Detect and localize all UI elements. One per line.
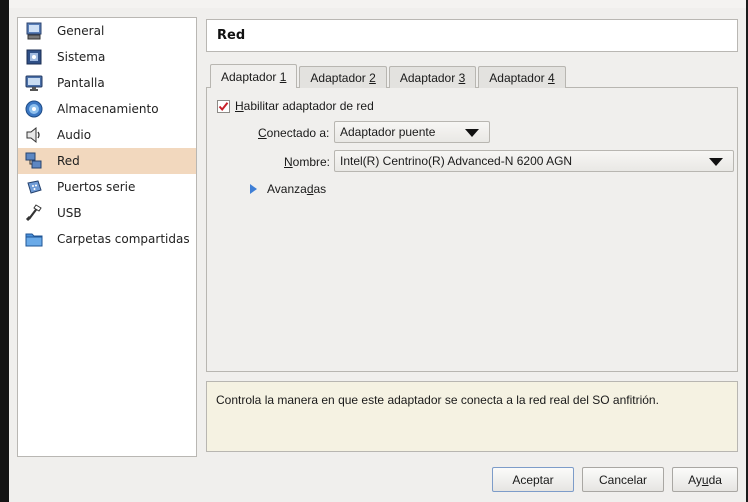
tab-label: Adaptador [399, 70, 456, 85]
adapter-name-value: Intel(R) Centrino(R) Advanced-N 6200 AGN [340, 154, 573, 168]
tab-adaptador-4[interactable]: Adaptador 4 [478, 66, 566, 88]
sidebar-item-label: USB [57, 206, 82, 220]
sidebar-item-general[interactable]: General [18, 18, 196, 44]
enable-adapter-row[interactable]: Habilitar adaptador de red [217, 99, 374, 113]
description-text: Controla la manera en que este adaptador… [216, 393, 659, 407]
sidebar-item-label: General [57, 24, 105, 38]
window-left-border [0, 0, 9, 502]
sidebar-item-almacenamiento[interactable]: Almacenamiento [18, 96, 196, 122]
attached-to-label: Conectado a: [258, 126, 330, 140]
sidebar-item-label: Puertos serie [57, 180, 136, 194]
folder-icon [24, 229, 44, 249]
attached-to-value: Adaptador puente [340, 125, 436, 139]
sidebar-item-label: Sistema [57, 50, 106, 64]
sidebar-item-label: Pantalla [57, 76, 105, 90]
advanced-label: Avanzadas [267, 182, 327, 196]
tab-adaptador-1[interactable]: Adaptador 1 [210, 64, 298, 88]
help-button[interactable]: Ay u da [672, 467, 738, 492]
chevron-down-icon [709, 158, 723, 166]
sidebar-item-label: Carpetas compartidas [57, 232, 190, 246]
description-box: Controla la manera en que este adaptador… [206, 381, 738, 452]
adapter-tab-bar: Adaptador 1 Adaptador 2 Adaptador 3 Adap… [210, 64, 568, 88]
sidebar-item-label: Red [57, 154, 80, 168]
sidebar-item-usb[interactable]: USB [18, 200, 196, 226]
cancel-button[interactable]: Cancelar [582, 467, 664, 492]
window-top-strip [9, 0, 748, 8]
tab-mnemonic: 3 [458, 70, 466, 85]
enable-adapter-label: Habilitar adaptador de red [235, 99, 374, 113]
tab-mnemonic: 2 [369, 70, 376, 85]
sidebar-item-label: Almacenamiento [57, 102, 159, 116]
tab-mnemonic: 4 [548, 70, 555, 85]
tab-mnemonic: 1 [279, 69, 287, 84]
chevron-down-icon [465, 129, 479, 137]
name-label: Nombre: [284, 155, 331, 169]
accept-button[interactable]: Aceptar [492, 467, 574, 492]
expand-arrow-icon [250, 184, 257, 194]
usb-icon [24, 203, 44, 223]
serial-port-icon [24, 177, 44, 197]
sidebar-item-pantalla[interactable]: Pantalla [18, 70, 196, 96]
sidebar-item-red[interactable]: Red [18, 148, 196, 174]
tab-label: Adaptador [221, 69, 277, 84]
speaker-icon [24, 125, 44, 145]
checkmark-icon [218, 101, 229, 111]
general-icon [24, 21, 44, 41]
page-title: Red [217, 28, 246, 43]
sidebar-item-audio[interactable]: Audio [18, 122, 196, 148]
tab-adaptador-2[interactable]: Adaptador 2 [299, 66, 387, 88]
sidebar-item-puertos-serie[interactable]: Puertos serie [18, 174, 196, 200]
page-header: Red [206, 19, 738, 52]
advanced-expander[interactable]: Avanzadas [250, 182, 326, 196]
adapter-name-select[interactable]: Intel(R) Centrino(R) Advanced-N 6200 AGN [334, 150, 734, 172]
disk-icon [24, 99, 44, 119]
chip-icon [24, 47, 44, 67]
tab-label: Adaptador [310, 70, 366, 85]
sidebar-item-label: Audio [57, 128, 92, 142]
sidebar-item-carpetas-compartidas[interactable]: Carpetas compartidas [18, 226, 196, 252]
sidebar-item-sistema[interactable]: Sistema [18, 44, 196, 70]
monitor-icon [24, 73, 44, 93]
network-icon [24, 151, 44, 171]
attached-to-select[interactable]: Adaptador puente [334, 121, 490, 143]
enable-adapter-checkbox[interactable] [217, 99, 230, 113]
settings-sidebar: General Sistema Pantalla Almacenamiento … [17, 17, 197, 457]
tab-adaptador-3[interactable]: Adaptador 3 [388, 66, 477, 88]
tab-label: Adaptador [489, 70, 545, 85]
